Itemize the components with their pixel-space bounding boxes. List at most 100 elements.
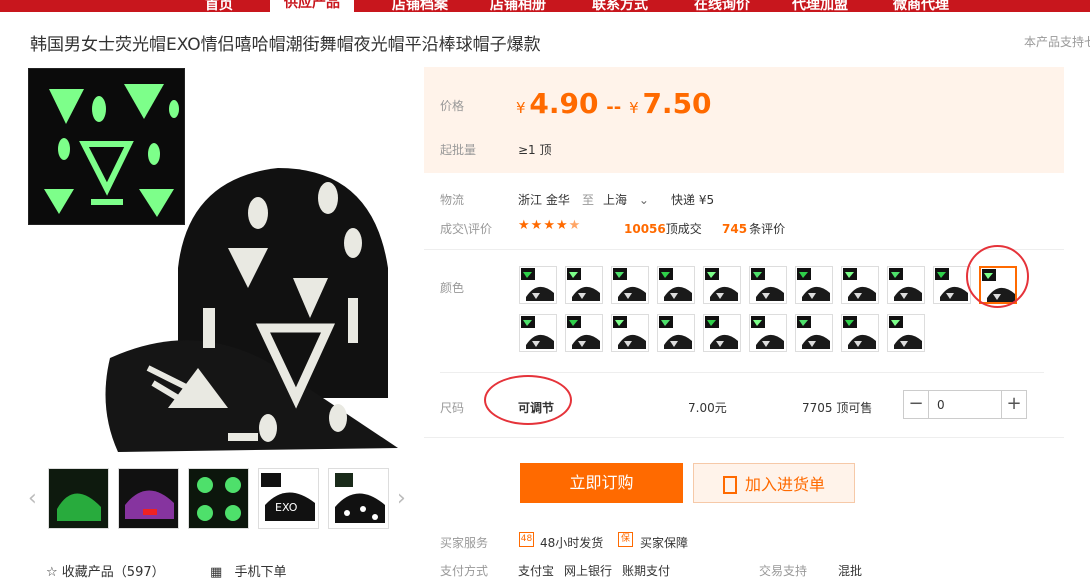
currency-symbol: ¥ bbox=[629, 99, 639, 117]
ship-to-word: 至 bbox=[582, 193, 595, 207]
nav-item-archive[interactable]: 店铺档案 bbox=[392, 0, 448, 12]
color-swatch[interactable] bbox=[841, 314, 879, 352]
chevron-down-icon: ⌄ bbox=[638, 193, 649, 207]
deal-count[interactable]: 10056顶成交 bbox=[624, 220, 702, 237]
color-swatch[interactable] bbox=[611, 314, 649, 352]
price-separator: -- bbox=[606, 97, 622, 118]
size-price: 7.00元 bbox=[688, 401, 727, 415]
deal-count-unit: 顶成交 bbox=[665, 222, 702, 236]
add-to-cart-button[interactable]: 加入进货单 bbox=[693, 463, 855, 503]
nav-item-contact[interactable]: 联系方式 bbox=[592, 0, 648, 12]
color-swatch[interactable] bbox=[611, 266, 649, 304]
currency-symbol: ¥ bbox=[516, 99, 526, 117]
color-swatch[interactable] bbox=[749, 266, 787, 304]
rating-stars: ★★★★★ bbox=[518, 218, 581, 233]
size-stock: 7705 顶可售 bbox=[802, 401, 873, 415]
color-swatch[interactable] bbox=[795, 266, 833, 304]
trade-support-label: 交易支持 bbox=[759, 564, 808, 578]
swatch-cap-thumbnail bbox=[521, 268, 554, 301]
glow-pattern bbox=[44, 84, 179, 217]
thumbnail[interactable] bbox=[48, 468, 109, 529]
buy-now-button[interactable]: 立即订购 bbox=[520, 463, 683, 503]
service-48h: 48小时发货 bbox=[540, 536, 604, 550]
favorite-button[interactable]: ☆ 收藏产品（597） bbox=[46, 561, 165, 578]
ship-to-select[interactable]: 上海 ⌄ bbox=[603, 191, 649, 208]
swatch-cap-thumbnail bbox=[797, 268, 830, 301]
favorite-label: 收藏产品（597） bbox=[61, 565, 165, 578]
color-swatch[interactable] bbox=[657, 266, 695, 304]
swatch-cap-thumbnail bbox=[935, 268, 968, 301]
product-title: 韩国男女士荧光帽EXO情侣嘻哈帽潮街舞帽夜光帽平沿棒球帽子爆款 bbox=[30, 35, 541, 55]
nav-item-wechat-agent[interactable]: 微商代理 bbox=[893, 0, 949, 12]
payment-label: 支付方式 bbox=[440, 564, 489, 578]
trade-support-value: 混批 bbox=[838, 564, 863, 578]
top-nav: 首页 供应产品 店铺档案 店铺相册 联系方式 在线询价 代理加盟 微商代理 bbox=[0, 0, 1090, 12]
logistics-label: 物流 bbox=[440, 193, 465, 207]
services-label: 买家服务 bbox=[440, 536, 489, 550]
color-swatch[interactable] bbox=[519, 314, 557, 352]
main-product-image[interactable] bbox=[28, 68, 420, 452]
shipping-fee: 快递 ¥5 bbox=[671, 193, 715, 207]
color-swatch[interactable] bbox=[565, 266, 603, 304]
divider bbox=[440, 372, 1044, 373]
thumbnail[interactable] bbox=[118, 468, 179, 529]
payment-method: 支付宝 bbox=[518, 564, 555, 578]
nav-item-home[interactable]: 首页 bbox=[205, 0, 233, 12]
svg-text:EXO: EXO bbox=[275, 501, 298, 514]
swatch-cap-thumbnail bbox=[705, 316, 738, 349]
price-high: 7.50 bbox=[642, 87, 712, 120]
swatch-cap-thumbnail bbox=[751, 316, 784, 349]
divider bbox=[424, 249, 1064, 250]
review-count-number: 745 bbox=[722, 222, 748, 236]
payment-method: 网上银行 bbox=[564, 564, 613, 578]
support-note: 本产品支持七 bbox=[1024, 35, 1090, 49]
quantity-input[interactable] bbox=[929, 390, 1001, 419]
swatch-cap-thumbnail bbox=[567, 268, 600, 301]
color-swatch[interactable] bbox=[657, 314, 695, 352]
color-swatch[interactable] bbox=[703, 266, 741, 304]
clipboard-icon bbox=[722, 475, 737, 494]
review-count[interactable]: 745 条评价 bbox=[722, 220, 785, 237]
thumb-next-arrow[interactable]: › bbox=[397, 486, 406, 511]
nav-item-album[interactable]: 店铺相册 bbox=[490, 0, 546, 12]
swatch-cap-thumbnail bbox=[843, 268, 876, 301]
color-swatch[interactable] bbox=[841, 266, 879, 304]
size-label: 尺码 bbox=[440, 401, 465, 415]
color-swatch[interactable] bbox=[749, 314, 787, 352]
deals-label: 成交\评价 bbox=[440, 222, 493, 236]
star-outline-icon: ☆ bbox=[46, 565, 58, 578]
review-count-unit: 条评价 bbox=[749, 222, 786, 236]
service-protection: 买家保障 bbox=[640, 536, 689, 550]
nav-item-franchise[interactable]: 代理加盟 bbox=[792, 0, 848, 12]
swatch-cap-thumbnail bbox=[751, 268, 784, 301]
thumb-glow-cap bbox=[49, 469, 108, 528]
star-icon: ★ bbox=[555, 218, 569, 233]
glow-inset-image bbox=[28, 68, 185, 225]
thumb-glow-grid bbox=[189, 469, 248, 528]
deal-count-number: 10056 bbox=[624, 222, 666, 236]
thumb-prev-arrow[interactable]: ‹ bbox=[28, 486, 37, 511]
thumbnail[interactable]: EXO bbox=[258, 468, 319, 529]
swatch-cap-thumbnail bbox=[843, 316, 876, 349]
nav-item-products[interactable]: 供应产品 bbox=[270, 0, 354, 12]
star-icon: ★ bbox=[543, 218, 556, 233]
color-swatch[interactable] bbox=[887, 266, 925, 304]
nav-item-inquiry[interactable]: 在线询价 bbox=[694, 0, 750, 12]
swatch-cap-thumbnail bbox=[659, 268, 692, 301]
color-swatch[interactable] bbox=[795, 314, 833, 352]
ship-to-value: 上海 bbox=[603, 193, 628, 207]
moq-value: ≥1 顶 bbox=[518, 143, 552, 157]
minus-button[interactable]: − bbox=[903, 390, 929, 419]
color-swatch[interactable] bbox=[703, 314, 741, 352]
thumbnail[interactable] bbox=[188, 468, 249, 529]
star-half-icon: ★ bbox=[568, 218, 582, 233]
swatch-cap-thumbnail bbox=[705, 268, 738, 301]
mobile-order-button[interactable]: ▦ 手机下单 bbox=[210, 561, 286, 578]
color-swatch[interactable] bbox=[519, 266, 557, 304]
color-swatch[interactable] bbox=[565, 314, 603, 352]
mobile-order-label: 手机下单 bbox=[234, 565, 287, 578]
color-swatch[interactable] bbox=[887, 314, 925, 352]
thumbnail[interactable] bbox=[328, 468, 389, 529]
48h-shipping-icon: 48 bbox=[519, 532, 534, 547]
plus-button[interactable]: + bbox=[1001, 390, 1027, 419]
